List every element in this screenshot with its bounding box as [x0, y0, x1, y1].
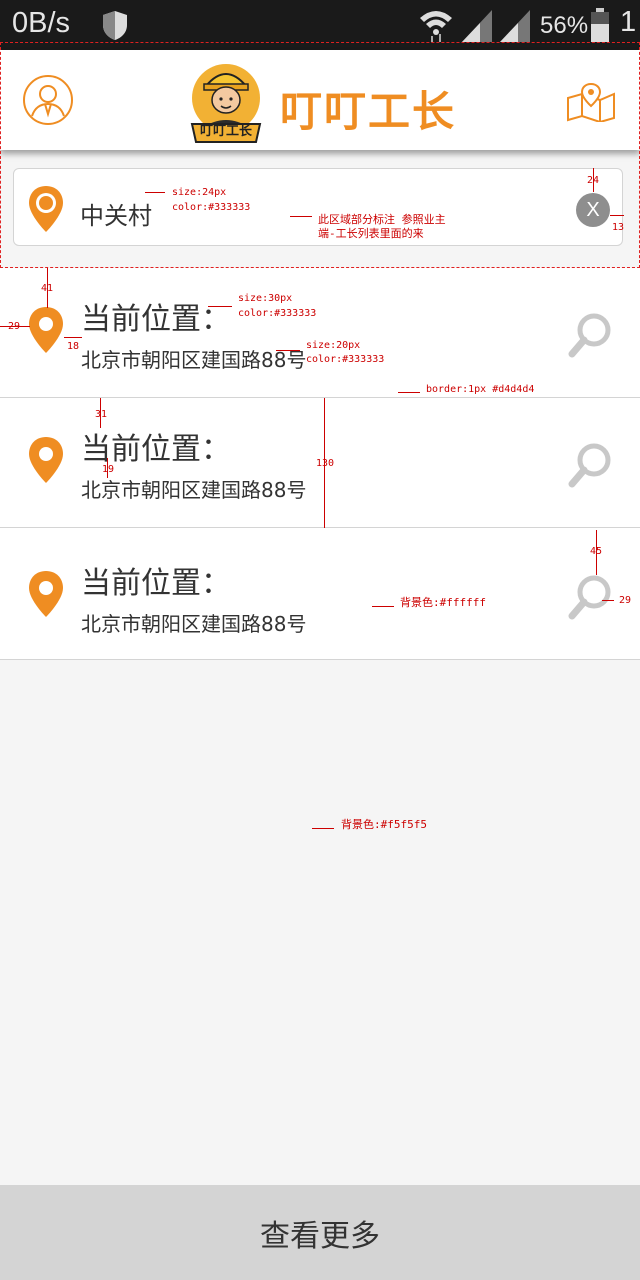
load-more-button[interactable]: 查看更多	[0, 1211, 640, 1255]
annotation-leader	[208, 306, 232, 307]
annotation-gap-41: 41	[41, 283, 54, 294]
item-title: 当前位置：	[81, 566, 231, 601]
annotation-gap-24: 24	[587, 175, 600, 186]
list-item[interactable]: 当前位置： 北京市朝阳区建国路88号	[0, 268, 640, 398]
annotation-leader	[312, 828, 334, 829]
annotation-bg-white: 背景色:#ffffff	[400, 596, 486, 609]
location-pin-icon	[28, 436, 64, 488]
annotation-leader	[290, 216, 312, 217]
annotation-addr-font: size:20px	[306, 340, 361, 351]
annotation-gap-18: 18	[67, 341, 80, 352]
item-address: 北京市朝阳区建国路88号	[81, 348, 307, 372]
annotation-title-font: size:30px	[238, 293, 293, 304]
annotation-leader	[276, 350, 300, 351]
battery-icon	[590, 8, 610, 46]
annotation-height-130: 130	[316, 458, 335, 469]
annotation-gap-19: 19	[102, 464, 115, 475]
item-title: 当前位置：	[81, 302, 231, 337]
annotation-arrow	[602, 600, 614, 601]
item-address: 北京市朝阳区建国路88号	[81, 612, 307, 636]
annotation-leader	[372, 606, 394, 607]
search-icon[interactable]	[568, 442, 614, 492]
clock: 1	[620, 6, 637, 38]
shield-icon	[100, 9, 130, 45]
location-pin-icon	[28, 306, 64, 358]
annotation-border: border:1px #d4d4d4	[426, 384, 535, 395]
signal-2-icon	[500, 10, 536, 46]
item-address: 北京市朝阳区建国路88号	[81, 478, 307, 502]
annotation-leader	[398, 392, 420, 393]
annotation-region-note-2: 端-工长列表里面的来	[318, 227, 424, 240]
annotation-search-color: color:#333333	[172, 202, 251, 213]
annotation-arrow	[64, 337, 82, 338]
annotation-gap-45: 45	[590, 546, 603, 557]
annotation-gap-29b: 29	[619, 595, 632, 606]
load-more-bar[interactable]: 查看更多	[0, 1185, 640, 1280]
annotation-gap-29a: 29	[8, 321, 21, 332]
annotation-leader	[145, 192, 165, 193]
search-icon[interactable]	[568, 574, 614, 624]
location-pin-icon	[28, 570, 64, 622]
wifi-icon	[418, 6, 454, 46]
list-item[interactable]: 当前位置： 北京市朝阳区建国路88号	[0, 528, 640, 660]
item-title: 当前位置：	[81, 432, 231, 467]
annotation-gap-31: 31	[95, 409, 108, 420]
annotation-title-color: color:#333333	[238, 308, 317, 319]
network-speed: 0B/s	[12, 7, 71, 39]
signal-1-icon	[462, 10, 498, 46]
annotation-search-font: size:24px	[172, 187, 227, 198]
annotation-gap-13: 13	[612, 222, 625, 233]
annotation-addr-color: color:#333333	[306, 354, 385, 365]
annotation-bg-gray: 背景色:#f5f5f5	[341, 818, 427, 831]
annotation-arrow	[610, 215, 624, 216]
annotation-region-note-1: 此区域部分标注 参照业主	[318, 213, 446, 226]
search-icon[interactable]	[568, 312, 614, 362]
battery-percent: 56%	[540, 12, 589, 39]
